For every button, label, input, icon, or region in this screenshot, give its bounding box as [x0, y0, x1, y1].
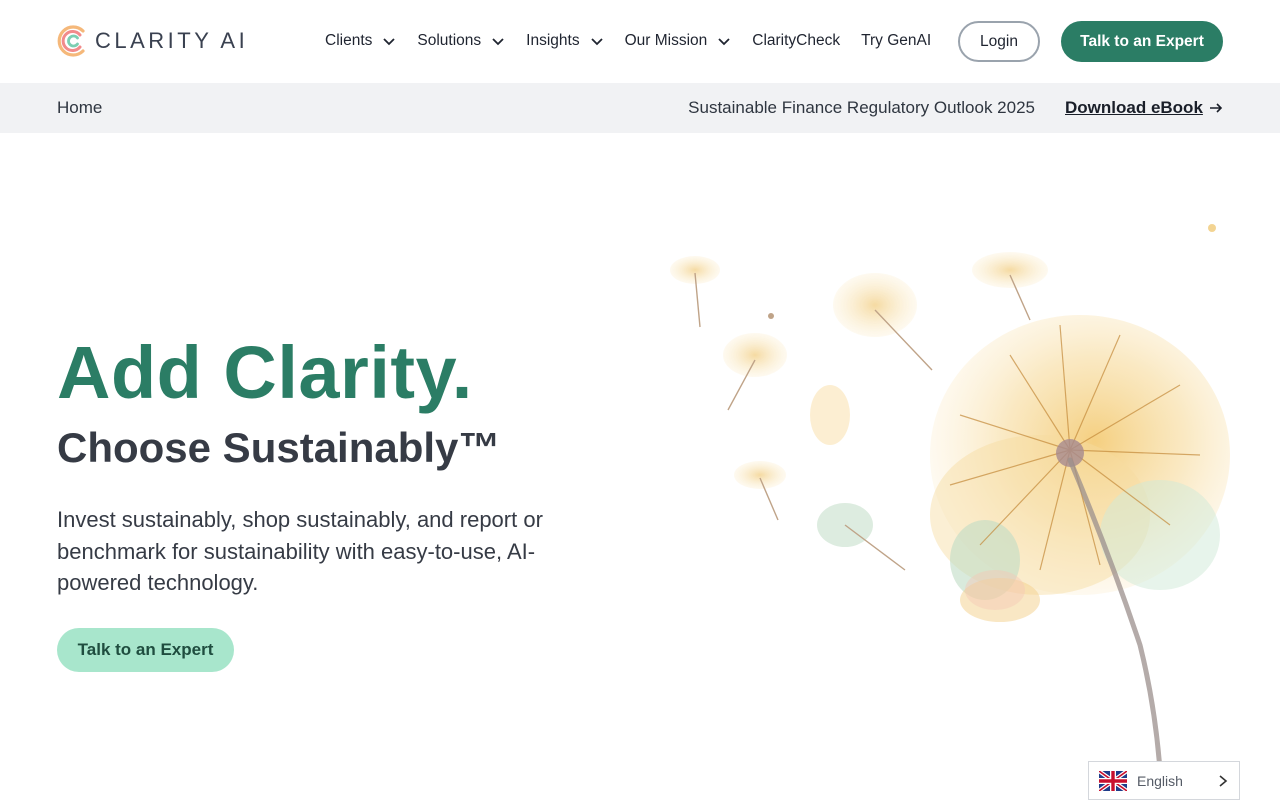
talk-to-expert-header-button[interactable]: Talk to an Expert — [1061, 21, 1223, 62]
download-ebook-label: Download eBook — [1065, 98, 1203, 117]
nav-item-label: Try GenAI — [861, 32, 932, 49]
breadcrumb-home[interactable]: Home — [57, 98, 102, 118]
nav-item-claritycheck[interactable]: ClarityCheck — [752, 32, 840, 50]
nav-item-try-genai[interactable]: Try GenAI — [861, 32, 931, 50]
hero-description: Invest sustainably, shop sustainably, an… — [57, 507, 543, 595]
login-button[interactable]: Login — [958, 21, 1040, 62]
chevron-down-icon — [718, 38, 730, 46]
logo-mark-icon — [57, 25, 85, 57]
hero-subtitle: Choose Sustainably™ — [57, 424, 501, 471]
chevron-down-icon — [492, 38, 504, 46]
main-nav: Clients Solutions Insights Our Mission C… — [325, 21, 952, 61]
nav-item-label: Our Mission — [624, 32, 708, 49]
nav-item-label: ClarityCheck — [752, 32, 841, 49]
language-label: English — [1137, 772, 1183, 789]
chevron-down-icon — [383, 38, 396, 46]
nav-item-insights[interactable]: Insights — [526, 32, 603, 50]
language-selector[interactable]: English — [1088, 761, 1240, 800]
chevron-down-icon — [590, 38, 603, 46]
talk-to-expert-hero-button[interactable]: Talk to an Expert — [57, 628, 234, 672]
clarity-ai-logo[interactable]: CLARITY AI — [57, 23, 248, 59]
site-header: CLARITY AI Clients Solutions Insights Ou… — [0, 0, 1280, 83]
nav-item-label: Solutions — [417, 32, 482, 49]
promo-text: Sustainable Finance Regulatory Outlook 2… — [688, 98, 1035, 117]
nav-item-solutions[interactable]: Solutions — [417, 32, 505, 50]
arrow-right-icon — [1209, 103, 1223, 113]
logo-text: CLARITY AI — [95, 28, 249, 53]
nav-item-clients[interactable]: Clients — [325, 32, 396, 50]
nav-item-our-mission[interactable]: Our Mission — [625, 32, 732, 50]
hero-title: Add Clarity. — [57, 331, 473, 414]
uk-flag-icon — [1099, 770, 1127, 791]
nav-item-label: Insights — [526, 32, 580, 49]
chevron-right-icon — [1219, 775, 1228, 787]
nav-item-label: Clients — [325, 32, 373, 49]
dandelion-illustration — [670, 224, 1230, 773]
download-ebook-link[interactable]: Download eBook — [1065, 98, 1223, 118]
announcement-bar: Home Sustainable Finance Regulatory Outl… — [0, 83, 1280, 133]
